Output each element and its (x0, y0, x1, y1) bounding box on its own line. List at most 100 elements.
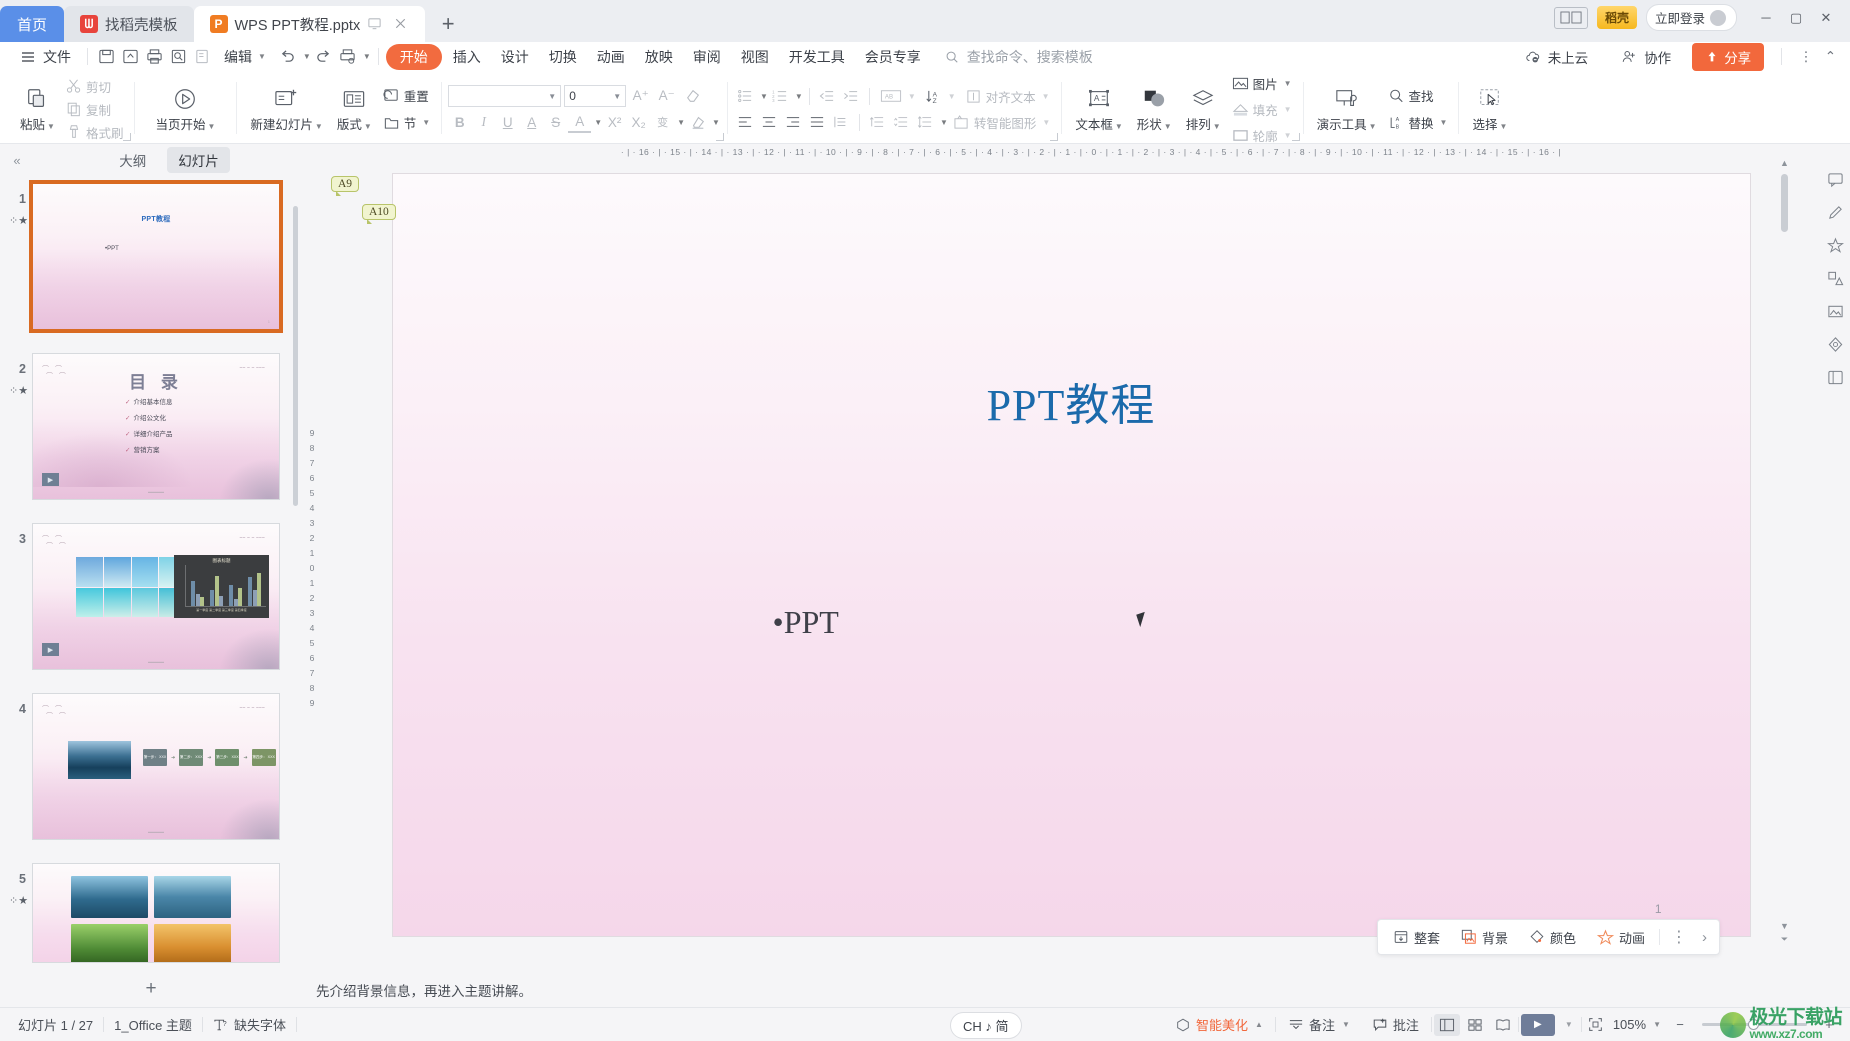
normal-view-button[interactable] (1433, 1013, 1460, 1036)
tools-panel-icon[interactable] (1824, 366, 1846, 388)
vertical-ruler[interactable]: 9 8 7 6 5 4 3 2 1 0 1 2 3 4 5 6 7 8 9 (302, 160, 322, 973)
font-color-button[interactable]: A (568, 111, 592, 133)
underline-button[interactable]: U (496, 111, 519, 133)
text-box-button[interactable]: A 文本框 ▼ (1068, 75, 1129, 143)
background-button[interactable]: 背景 (1452, 924, 1517, 951)
bullet-dropdown-icon[interactable]: ▼ (760, 92, 768, 101)
increase-font-size-button[interactable]: A⁺ (629, 85, 652, 107)
slideshow-dropdown-icon[interactable]: ▼ (1559, 1020, 1579, 1029)
notes-toggle-button[interactable]: 备注 ▼ (1278, 1015, 1360, 1034)
shapes-button[interactable]: 形状 ▼ (1130, 75, 1179, 143)
font-dialog-launcher[interactable] (715, 133, 724, 141)
decrease-font-size-button[interactable]: A⁻ (655, 85, 678, 107)
text-effect-button[interactable]: A (520, 111, 543, 133)
theme-status[interactable]: 1_Office 主题 (104, 1015, 202, 1034)
print-icon[interactable] (143, 46, 165, 68)
scroll-down-icon[interactable]: ▼ (1779, 921, 1790, 931)
animation-button[interactable]: 动画 (1588, 924, 1654, 951)
numbering-dropdown-icon[interactable]: ▼ (795, 92, 803, 101)
color-button[interactable]: 颜色 (1520, 924, 1585, 951)
pen-icon[interactable] (1824, 201, 1846, 223)
vip-badge[interactable]: 稻壳 (1596, 6, 1637, 29)
add-slide-button[interactable]: + (0, 971, 302, 1007)
slide-thumbnail-4[interactable]: ︵ ︵ ︵ ︵ ━━ ━ ━ ━━━ 第一步： XXX ➜ 第二步： XXX ➜… (32, 693, 280, 840)
reading-view-button[interactable] (1490, 1014, 1516, 1036)
start-slideshow-button[interactable]: ▶ (1520, 1013, 1555, 1036)
undo-dropdown-icon[interactable]: ▼ (303, 52, 311, 61)
align-justify-button[interactable] (806, 111, 829, 133)
slide-subtitle-text[interactable]: •PPT (773, 604, 839, 641)
tab-home[interactable]: 首页 (0, 6, 64, 42)
thumbnail-row-3[interactable]: 3 ︵ ︵ ︵ ︵ ━━ ━ ━ ━━━ 图表标题 第一季度 第二季度 第三季度… (4, 516, 302, 686)
fill-button[interactable]: 填充 ▼ (1228, 98, 1296, 121)
pinyin-button[interactable]: 变 (651, 111, 674, 133)
line-spacing-adjust-button[interactable] (890, 111, 913, 133)
design-more-icon[interactable]: ⋮ (1665, 927, 1693, 947)
file-menu[interactable]: 文件 (8, 43, 80, 71)
line-spacing-dropdown-icon[interactable]: ▼ (940, 118, 948, 127)
slide-sorter-button[interactable] (1462, 1014, 1488, 1036)
redo-button[interactable] (313, 46, 335, 68)
paste-button[interactable]: 粘贴 ▼ (13, 75, 62, 143)
font-size-select[interactable]: 0 ▼ (564, 85, 627, 107)
find-button[interactable]: 查找 (1384, 84, 1452, 107)
missing-font-status[interactable]: ? 缺失字体 (203, 1015, 296, 1034)
align-center-button[interactable] (758, 111, 781, 133)
slide-thumbnail-list[interactable]: 1 ⁘★ PPT教程 •PPT 1 2 ⁘★ ︵ ︵ ︵ ︵ ━━ ━ ━ ━━… (0, 176, 302, 971)
scroll-page-down-icon[interactable]: ⏷ (1779, 934, 1790, 945)
scrollbar-thumb[interactable] (1781, 174, 1788, 232)
canvas-vertical-scrollbar[interactable] (1781, 174, 1788, 913)
login-button[interactable]: 立即登录 (1645, 4, 1737, 31)
tab-member[interactable]: 会员专享 (856, 44, 930, 70)
monitor-icon[interactable] (367, 16, 383, 32)
collapse-panel-icon[interactable]: « (8, 153, 26, 168)
scroll-up-icon[interactable]: ▲ (1779, 158, 1790, 168)
font-color-dropdown-icon[interactable]: ▼ (594, 118, 602, 127)
layout-button[interactable]: 版式 ▼ (330, 75, 379, 143)
slide-thumbnail-5[interactable] (32, 863, 280, 963)
quick-print-icon[interactable] (337, 46, 359, 68)
line-spacing-button[interactable] (914, 111, 937, 133)
strikethrough-button[interactable]: S (544, 111, 567, 133)
feedback-icon[interactable] (1824, 168, 1846, 190)
align-right-button[interactable] (782, 111, 805, 133)
maximize-button[interactable]: ▢ (1782, 7, 1810, 29)
thumbnail-row-1[interactable]: 1 ⁘★ PPT教程 •PPT 1 (4, 176, 302, 346)
collapse-ribbon-icon[interactable]: ⌃ (1825, 49, 1836, 65)
superscript-button[interactable]: X² (603, 111, 626, 133)
distribute-button[interactable] (830, 111, 853, 133)
tab-docer-templates[interactable]: ᗯ 找稻壳模板 (64, 6, 194, 42)
paragraph-dialog-launcher[interactable] (1050, 133, 1059, 141)
increase-indent-button[interactable] (840, 85, 863, 107)
tab-ppt-document[interactable]: P WPS PPT教程.pptx (193, 6, 426, 42)
select-button[interactable]: 选择 ▼ (1465, 75, 1514, 143)
text-direction-button[interactable]: AB ▼ (876, 85, 920, 108)
cloud-status[interactable]: 未上云 (1513, 43, 1598, 71)
edit-mode-menu[interactable]: 编辑 ▼ (215, 44, 275, 70)
pinyin-dropdown-icon[interactable]: ▼ (677, 118, 685, 127)
tab-view[interactable]: 视图 (732, 44, 778, 70)
align-left-button[interactable] (734, 111, 757, 133)
undo-button[interactable] (277, 46, 299, 68)
arrange-button[interactable]: 排列 ▼ (1179, 75, 1228, 143)
tab-slideshow[interactable]: 放映 (636, 44, 682, 70)
tab-start[interactable]: 开始 (385, 43, 442, 70)
edit-doc-icon[interactable] (191, 46, 213, 68)
thumbnail-row-4[interactable]: 4 ︵ ︵ ︵ ︵ ━━ ━ ━ ━━━ 第一步： XXX ➜ 第二步： XXX… (4, 686, 302, 856)
image-panel-icon[interactable] (1824, 300, 1846, 322)
subscript-button[interactable]: X₂ (627, 111, 650, 133)
close-tab-icon[interactable] (393, 16, 409, 32)
thumbnail-row-2[interactable]: 2 ⁘★ ︵ ︵ ︵ ︵ ━━ ━ ━ ━━━ 目 录 ✓ 介绍基本信息 ✓ 介绍公… (4, 346, 302, 516)
clear-formatting-button[interactable] (681, 85, 704, 107)
save-icon[interactable] (95, 46, 117, 68)
zoom-level[interactable]: 105% ▼ (1609, 1017, 1665, 1032)
slide-thumbnail-2[interactable]: ︵ ︵ ︵ ︵ ━━ ━ ━ ━━━ 目 录 ✓ 介绍基本信息 ✓ 介绍公文化 ✓ 详… (32, 353, 280, 500)
sort-button[interactable]: AZ ▼ (921, 85, 960, 108)
ai-star-icon[interactable] (1824, 234, 1846, 256)
bold-button[interactable]: B (448, 111, 471, 133)
animation-tag-a10[interactable]: A10 (362, 204, 396, 224)
zoom-out-button[interactable]: − (1667, 1014, 1693, 1036)
picture-button[interactable]: 图片 ▼ (1228, 72, 1296, 95)
design-expand-icon[interactable]: › (1696, 929, 1713, 946)
outline-button[interactable]: 轮廓 ▼ (1228, 124, 1296, 143)
